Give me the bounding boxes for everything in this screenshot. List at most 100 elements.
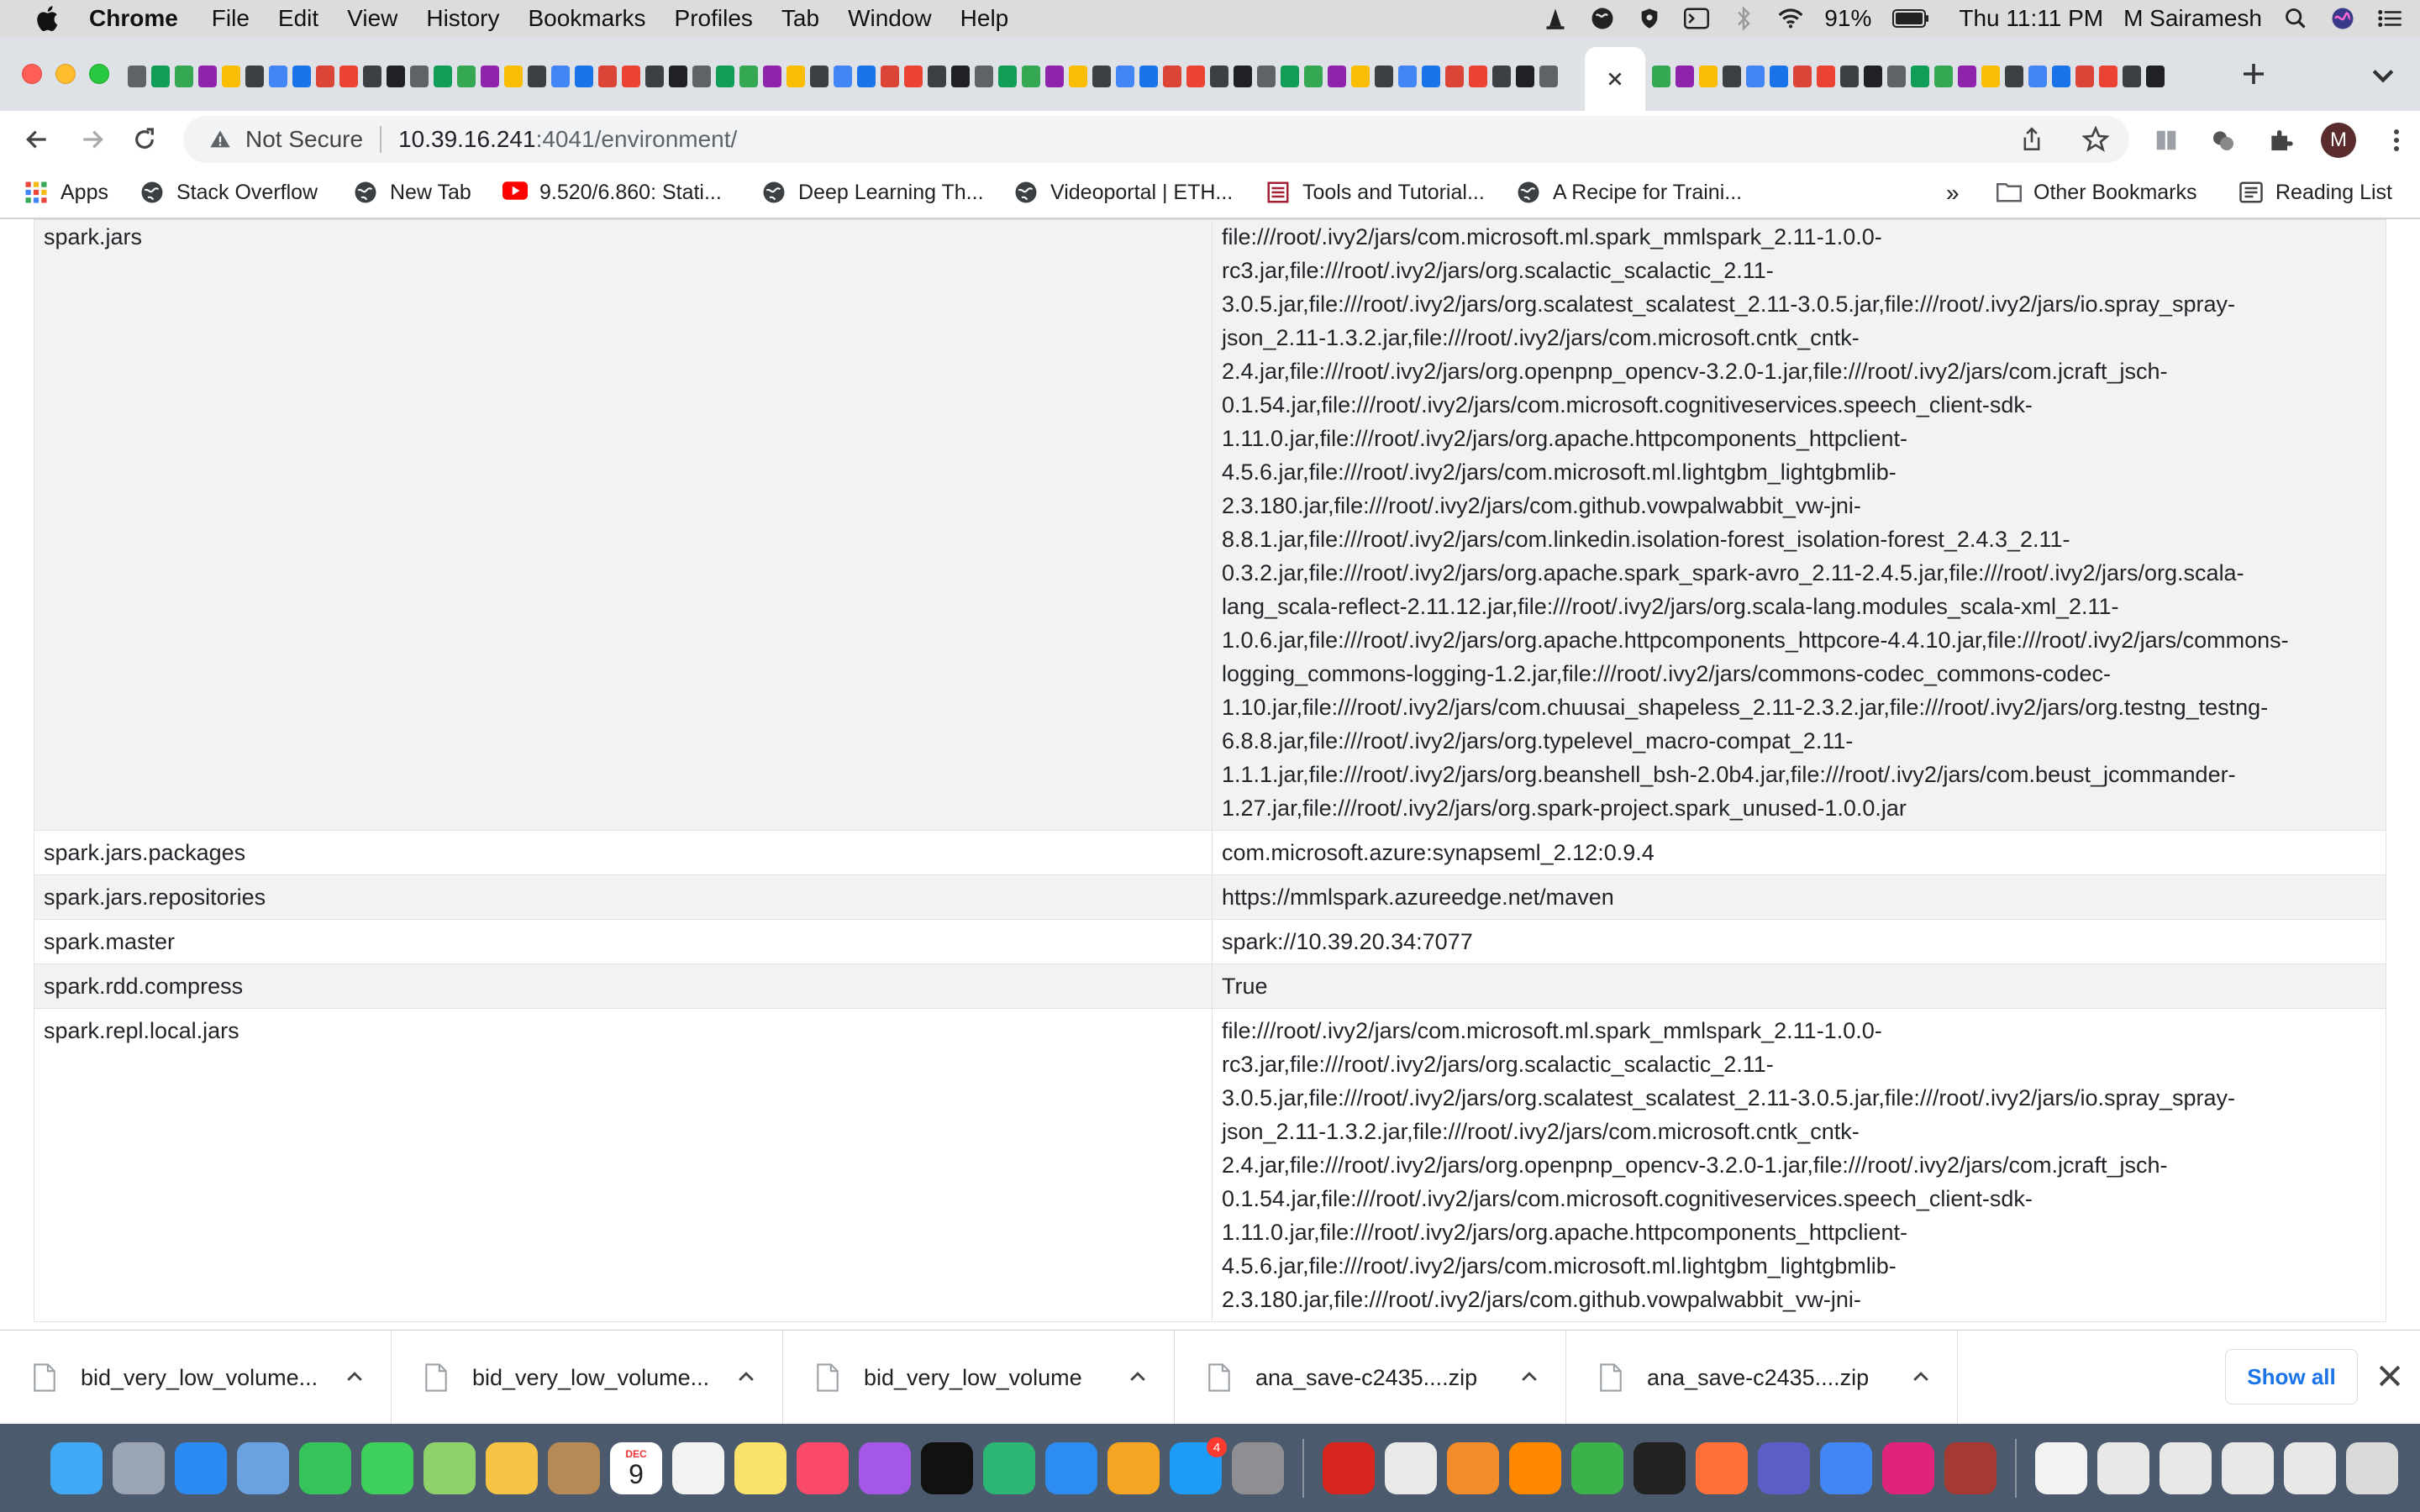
apple-tv-icon[interactable] bbox=[921, 1442, 973, 1494]
tab-favicon-icon[interactable] bbox=[2005, 66, 2023, 87]
tab-favicon-icon[interactable] bbox=[834, 66, 852, 87]
menu-file[interactable]: File bbox=[212, 5, 250, 32]
new-tab-button[interactable] bbox=[2235, 54, 2272, 94]
textedit-icon[interactable] bbox=[1385, 1442, 1437, 1494]
shield-icon[interactable] bbox=[1636, 5, 1663, 32]
extensions-puzzle-icon[interactable] bbox=[2264, 123, 2297, 157]
active-tab[interactable] bbox=[1585, 47, 1645, 111]
podcasts-icon[interactable] bbox=[859, 1442, 911, 1494]
reading-list-button[interactable]: Reading List bbox=[2238, 180, 2392, 205]
tab-favicon-icon[interactable] bbox=[810, 66, 829, 87]
bookmark-new-tab[interactable]: New Tab bbox=[353, 180, 471, 205]
tab-favicon-icon[interactable] bbox=[1793, 66, 1812, 87]
tab-favicon-icon[interactable] bbox=[739, 66, 758, 87]
tab-favicon-icon[interactable] bbox=[2099, 66, 2118, 87]
wifi-icon[interactable] bbox=[1777, 5, 1804, 32]
bluetooth-icon[interactable] bbox=[1730, 5, 1757, 32]
share-icon[interactable] bbox=[2015, 123, 2049, 156]
tab-favicon-icon[interactable] bbox=[645, 66, 664, 87]
bookmark-other-bookmarks[interactable]: Other Bookmarks bbox=[1996, 180, 2197, 205]
tab-favicon-icon[interactable] bbox=[1257, 66, 1276, 87]
bookmark-stati[interactable]: 9.520/6.860: Stati... bbox=[502, 180, 722, 205]
tab-favicon-icon[interactable] bbox=[481, 66, 499, 87]
tab-favicon-icon[interactable] bbox=[1045, 66, 1064, 87]
spotlight-search-icon[interactable] bbox=[2282, 5, 2309, 32]
tab-favicon-icon[interactable] bbox=[1210, 66, 1228, 87]
chevron-up-icon[interactable] bbox=[1518, 1366, 1540, 1388]
activity-monitor-icon[interactable] bbox=[1571, 1442, 1623, 1494]
tab-favicon-icon[interactable] bbox=[1958, 66, 1976, 87]
menu-tab[interactable]: Tab bbox=[781, 5, 819, 32]
maps-icon[interactable] bbox=[424, 1442, 476, 1494]
app-store-icon[interactable]: 4 bbox=[1170, 1437, 1227, 1494]
security-status-label[interactable]: Not Secure bbox=[245, 126, 363, 153]
tab-favicon-icon[interactable] bbox=[151, 66, 170, 87]
tab-favicon-icon[interactable] bbox=[1746, 66, 1765, 87]
tab-favicon-icon[interactable] bbox=[1699, 66, 1718, 87]
menu-history[interactable]: History bbox=[426, 5, 499, 32]
tab-favicon-icon[interactable] bbox=[1445, 66, 1464, 87]
bookmark-apps[interactable]: Apps bbox=[24, 180, 108, 205]
tab-favicon-icon[interactable] bbox=[1163, 66, 1181, 87]
tab-favicon-icon[interactable] bbox=[1911, 66, 1929, 87]
tab-favicon-icon[interactable] bbox=[669, 66, 687, 87]
chevron-up-icon[interactable] bbox=[344, 1366, 366, 1388]
address-bar[interactable]: Not Secure 10.39.16.241 :4041/environmen… bbox=[183, 116, 2129, 163]
tab-favicon-icon[interactable] bbox=[1375, 66, 1393, 87]
photos-icon[interactable] bbox=[486, 1442, 538, 1494]
tab-favicon-icon[interactable] bbox=[2123, 66, 2141, 87]
url-path[interactable]: :4041/environment/ bbox=[536, 126, 738, 153]
dictionary-icon[interactable] bbox=[1944, 1442, 1996, 1494]
tab-favicon-icon[interactable] bbox=[1723, 66, 1741, 87]
finder-icon[interactable] bbox=[50, 1442, 103, 1494]
tab-favicon-icon[interactable] bbox=[410, 66, 429, 87]
terminal-status-icon[interactable] bbox=[1683, 5, 1710, 32]
tab-favicon-icon[interactable] bbox=[881, 66, 899, 87]
vlc-icon[interactable] bbox=[1509, 1442, 1561, 1494]
reload-button[interactable] bbox=[128, 123, 161, 156]
tab-favicon-icon[interactable] bbox=[1328, 66, 1346, 87]
tab-favicon-icon[interactable] bbox=[598, 66, 617, 87]
music-icon[interactable] bbox=[797, 1442, 849, 1494]
tab-favicon-icon[interactable] bbox=[1092, 66, 1111, 87]
tab-favicon-icon[interactable] bbox=[1281, 66, 1299, 87]
keynote-icon[interactable] bbox=[1045, 1442, 1097, 1494]
tab-search-chevron-icon[interactable] bbox=[2368, 60, 2398, 91]
menu-bookmarks[interactable]: Bookmarks bbox=[528, 5, 645, 32]
numbers-icon[interactable] bbox=[983, 1442, 1035, 1494]
chevron-up-icon[interactable] bbox=[1127, 1366, 1149, 1388]
tab-favicon-icon[interactable] bbox=[504, 66, 523, 87]
close-download-shelf-icon[interactable] bbox=[2375, 1361, 2405, 1391]
facetime-icon[interactable] bbox=[299, 1442, 351, 1494]
system-preferences-icon[interactable] bbox=[1232, 1442, 1284, 1494]
tab-favicon-icon[interactable] bbox=[1139, 66, 1158, 87]
tab-favicon-icon[interactable] bbox=[904, 66, 923, 87]
download-item[interactable]: ana_save-c2435....zip bbox=[1566, 1331, 1958, 1425]
bookmark-star-icon[interactable] bbox=[2079, 123, 2112, 156]
profile-avatar[interactable]: M bbox=[2321, 123, 2356, 158]
menu-edit[interactable]: Edit bbox=[278, 5, 318, 32]
tab-favicon-icon[interactable] bbox=[1539, 66, 1558, 87]
notes-icon[interactable] bbox=[734, 1442, 786, 1494]
tab-favicon-icon[interactable] bbox=[2028, 66, 2047, 87]
menu-window[interactable]: Window bbox=[848, 5, 932, 32]
window-maximize-button[interactable] bbox=[89, 64, 109, 84]
extension-circles-icon[interactable] bbox=[2207, 123, 2240, 157]
siri-icon[interactable] bbox=[2329, 5, 2356, 32]
more-menu-icon[interactable] bbox=[2380, 123, 2413, 157]
show-all-downloads-button[interactable]: Show all bbox=[2225, 1349, 2358, 1404]
tab-favicon-icon[interactable] bbox=[316, 66, 334, 87]
tab-favicon-icon[interactable] bbox=[786, 66, 805, 87]
tab-close-icon[interactable] bbox=[1606, 70, 1624, 88]
tab-favicon-icon[interactable] bbox=[1652, 66, 1670, 87]
tab-favicon-icon[interactable] bbox=[1864, 66, 1882, 87]
firefox-icon[interactable] bbox=[1696, 1442, 1748, 1494]
chrome-icon[interactable] bbox=[1820, 1442, 1872, 1494]
tab-favicon-icon[interactable] bbox=[339, 66, 358, 87]
download-item[interactable]: bid_very_low_volume... bbox=[392, 1331, 783, 1425]
tab-favicon-icon[interactable] bbox=[716, 66, 734, 87]
bookmark-videoportal[interactable]: Videoportal | ETH... bbox=[1013, 180, 1233, 205]
tab-favicon-icon[interactable] bbox=[1116, 66, 1134, 87]
download-item[interactable]: ana_save-c2435....zip bbox=[1175, 1331, 1566, 1425]
tab-favicon-icon[interactable] bbox=[975, 66, 993, 87]
